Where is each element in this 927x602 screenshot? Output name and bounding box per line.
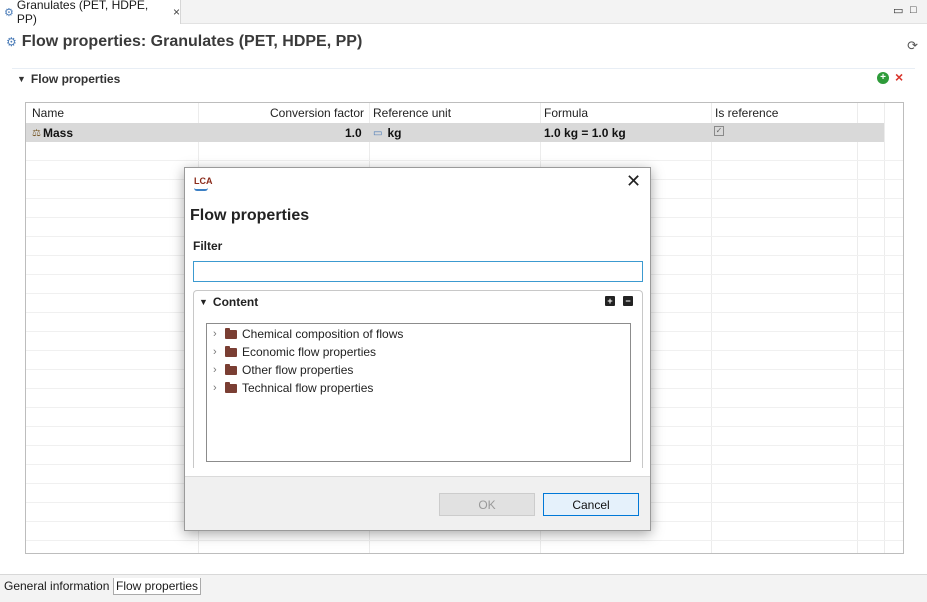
add-icon[interactable]: + — [877, 72, 889, 84]
grid-line — [26, 540, 903, 541]
refresh-icon[interactable]: ⟳ — [907, 38, 918, 54]
collapse-all-icon[interactable]: − — [623, 296, 633, 306]
tree-item-technical[interactable]: › Technical flow properties — [213, 379, 373, 397]
tree-item-label: Technical flow properties — [242, 381, 374, 395]
lca-logo-swoosh — [194, 188, 208, 191]
column-divider — [857, 103, 858, 553]
maximize-icon[interactable]: □ — [910, 4, 917, 16]
table-header: Name Conversion factor Reference unit Fo… — [26, 103, 903, 123]
folder-icon — [225, 327, 237, 339]
collapse-triangle-icon[interactable]: ▼ — [199, 297, 208, 307]
cell-name[interactable]: ⚖ Mass — [32, 126, 73, 140]
page-title-text: Flow properties: Granulates (PET, HDPE, … — [21, 33, 363, 50]
cancel-button[interactable]: Cancel — [543, 493, 639, 516]
table-row[interactable] — [26, 123, 884, 142]
filter-input[interactable] — [193, 261, 643, 282]
tree-item-other[interactable]: › Other flow properties — [213, 361, 353, 379]
tab-flow-properties[interactable]: Flow properties — [113, 578, 202, 595]
close-icon[interactable]: ✕ — [626, 172, 641, 190]
remove-icon[interactable]: × — [895, 69, 903, 85]
chevron-right-icon[interactable]: › — [213, 364, 225, 376]
close-icon[interactable]: × — [173, 5, 180, 19]
content-section-header[interactable]: ▼ Content — [199, 295, 258, 309]
form-page-tabs: General information Flow properties — [0, 574, 927, 602]
editor-tab-bar: ⚙ Granulates (PET, HDPE, PP) × ▭ □ — [0, 0, 927, 26]
editor-tab-granulates[interactable]: ⚙ Granulates (PET, HDPE, PP) × — [0, 0, 181, 26]
gear-icon: ⚙ — [6, 35, 17, 49]
expand-all-icon[interactable]: + — [605, 296, 615, 306]
cell-formula[interactable]: 1.0 kg = 1.0 kg — [544, 126, 626, 140]
dialog-footer: OK Cancel — [185, 476, 650, 530]
content-label: Content — [212, 295, 259, 309]
checkbox-checked-icon[interactable]: ✓ — [714, 126, 724, 136]
column-header-name[interactable]: Name — [32, 106, 64, 120]
flow-properties-dialog: LCA ✕ Flow properties Filter ▼ Content +… — [184, 167, 651, 531]
tree-item-label: Economic flow properties — [242, 345, 377, 359]
filter-label: Filter — [193, 239, 223, 253]
tree-item-chemical-composition[interactable]: › Chemical composition of flows — [213, 325, 403, 343]
folder-icon — [225, 363, 237, 375]
column-header-reference-unit[interactable]: Reference unit — [373, 106, 451, 120]
cell-name-text: Mass — [42, 126, 73, 140]
cell-is-reference[interactable]: ✓ — [714, 126, 724, 136]
section-header-flow-properties[interactable]: ▼ Flow properties — [17, 72, 120, 86]
chevron-right-icon[interactable]: › — [213, 346, 225, 358]
folder-icon — [225, 345, 237, 357]
ok-button[interactable]: OK — [439, 493, 535, 516]
column-header-formula[interactable]: Formula — [544, 106, 588, 120]
dialog-title: Flow properties — [190, 207, 310, 224]
gear-icon: ⚙ — [4, 6, 14, 19]
tree-item-economic[interactable]: › Economic flow properties — [213, 343, 376, 361]
minimize-icon[interactable]: ▭ — [893, 4, 903, 17]
cell-conversion-factor[interactable]: 1.0 — [345, 126, 362, 140]
editor-tab-label: Granulates (PET, HDPE, PP) — [16, 0, 149, 26]
page-title: ⚙ Flow properties: Granulates (PET, HDPE… — [6, 33, 362, 51]
column-divider — [711, 103, 712, 553]
column-header-conversion-factor[interactable]: Conversion factor — [270, 106, 364, 120]
collapse-triangle-icon[interactable]: ▼ — [17, 74, 26, 84]
ruler-icon: ▭ — [373, 127, 383, 139]
column-header-is-reference[interactable]: Is reference — [715, 106, 778, 120]
folder-icon — [225, 381, 237, 393]
tab-general-information[interactable]: General information — [2, 578, 111, 595]
scale-icon: ⚖ — [32, 127, 41, 139]
grid-line — [26, 160, 903, 161]
lca-logo: LCA — [194, 176, 213, 186]
chevron-right-icon[interactable]: › — [213, 382, 225, 394]
cell-reference-unit-text: kg — [387, 126, 402, 140]
tree-item-label: Other flow properties — [242, 363, 354, 377]
section-separator — [12, 68, 915, 69]
cell-reference-unit[interactable]: ▭ kg — [373, 126, 401, 140]
column-divider — [884, 103, 885, 553]
chevron-right-icon[interactable]: › — [213, 328, 225, 340]
flow-property-tree[interactable]: › Chemical composition of flows › Econom… — [206, 323, 631, 462]
tree-item-label: Chemical composition of flows — [242, 327, 404, 341]
section-title: Flow properties — [30, 72, 121, 86]
